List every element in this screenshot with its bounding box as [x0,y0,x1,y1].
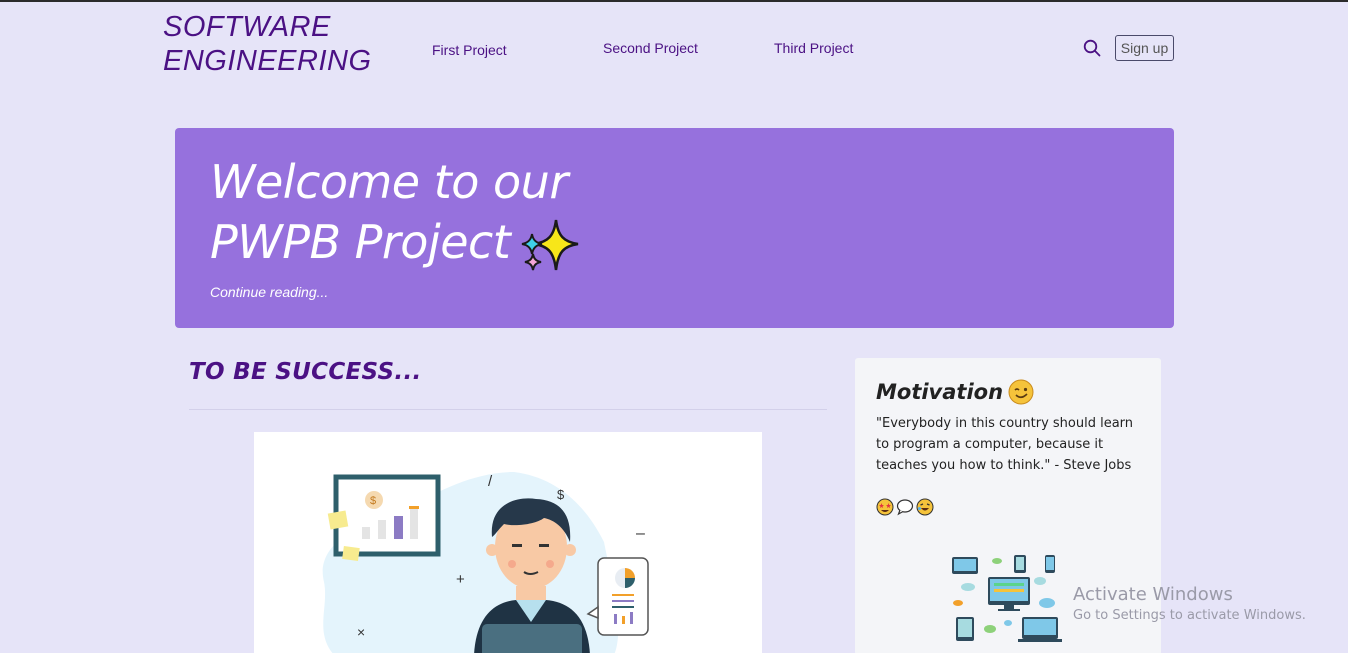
nav-first-project[interactable]: First Project [432,42,507,58]
brand-line2: ENGINEERING [163,45,372,77]
signup-button[interactable]: Sign up [1115,35,1174,61]
hero-title-line1: Welcome to our [210,155,568,209]
hero-banner: Welcome to our PWPB Project Continue rea… [175,128,1174,328]
reaction-emojis [876,498,934,516]
nav-second-project[interactable]: Second Project [603,40,698,56]
brand-logo[interactable]: SOFTWARE ENGINEERING [163,10,372,78]
laughing-face-icon [916,498,934,516]
motivation-title: Motivation [876,380,1004,404]
hero-title: Welcome to our PWPB Project [210,152,580,274]
devices-network-illustration [952,555,1062,642]
nav-third-project[interactable]: Third Project [774,40,853,56]
speech-bubble-icon [896,499,914,516]
svg-text:–: – [636,525,645,542]
section-title: TO BE SUCCESS... [189,359,422,385]
watermark-title: Activate Windows [1073,584,1233,605]
svg-text:$: $ [557,487,565,502]
motivation-title-row: Motivation [876,378,1035,406]
activate-windows-watermark: Activate Windows Go to Settings to activ… [1073,584,1306,623]
section-divider [189,409,827,410]
sparkles-icon [522,219,579,270]
svg-text:+: + [456,571,465,588]
illustration-image: $ / $ – + × [254,432,762,653]
watermark-subtitle: Go to Settings to activate Windows. [1073,608,1306,623]
brand-line1: SOFTWARE [163,11,331,43]
svg-text:×: × [357,624,365,640]
winking-face-icon [1008,379,1034,405]
star-struck-icon [876,498,894,516]
motivation-quote: "Everybody in this country should learn … [876,416,1134,473]
continue-reading-link[interactable]: Continue reading... [210,284,328,300]
programmer-illustration: $ / $ – + × [322,472,649,653]
search-icon[interactable] [1083,39,1101,57]
hero-title-line2: PWPB Project [210,215,511,269]
svg-text:$: $ [370,495,376,507]
